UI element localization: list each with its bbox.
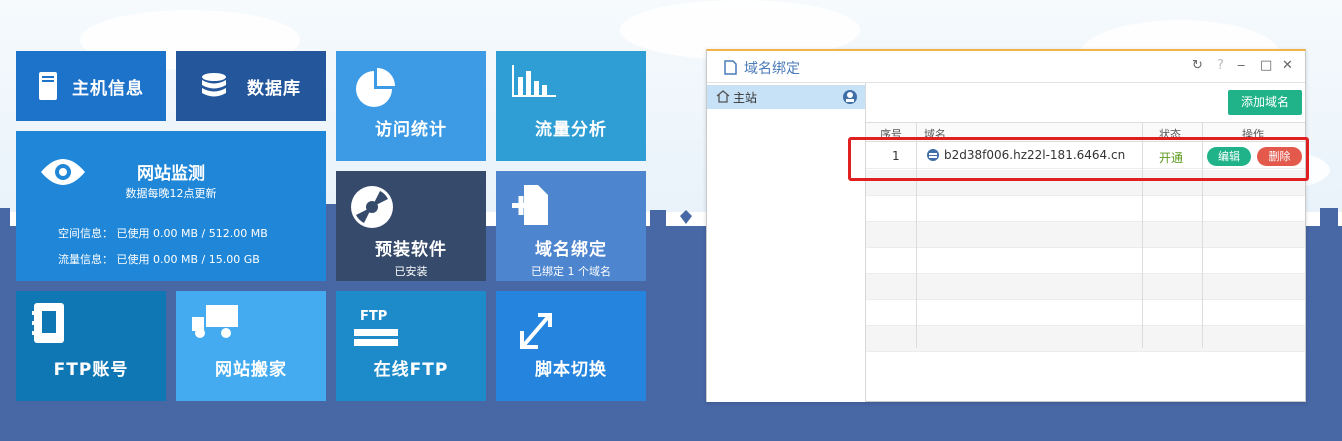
domain-binding-label: 域名绑定 (535, 240, 607, 260)
help-icon[interactable]: ? (1217, 59, 1224, 73)
minimize-icon[interactable]: ‒ (1237, 59, 1245, 73)
space-info-text: 空间信息： 已使用 0.00 MB / 512.00 MB (58, 227, 268, 240)
ftp-account-tile[interactable]: FTP账号 (16, 291, 166, 401)
document-add-icon (512, 185, 548, 225)
preinstalled-software-status: 已安装 (394, 265, 428, 278)
domain-binding-dialog: 域名绑定 ↻ ? ‒ □ ✕ 主站 添加域名 序号 域名 状态 操作 1 b2d… (706, 49, 1306, 402)
ftp-icon-text: FTP (360, 309, 388, 324)
traffic-analysis-tile[interactable]: 流量分析 (496, 51, 646, 161)
site-monitor-title: 网站监测 (137, 164, 205, 184)
preinstalled-software-tile[interactable]: 预装软件 已安装 (336, 171, 486, 281)
home-icon (716, 90, 730, 103)
database-tile[interactable]: 数据库 (176, 51, 326, 121)
switch-arrows-icon (520, 313, 552, 349)
empty-row (866, 274, 1305, 300)
dialog-title: 域名绑定 (744, 61, 800, 77)
refresh-icon[interactable]: ↻ (1192, 59, 1203, 73)
truck-icon (192, 305, 238, 338)
sidebar-item-main-site[interactable]: 主站 (707, 85, 865, 109)
dialog-sidebar: 主站 (707, 83, 866, 402)
empty-row (866, 300, 1305, 326)
dialog-content: 添加域名 序号 域名 状态 操作 1 b2d38f006.hz22l-181.6… (866, 83, 1305, 402)
server-icon (39, 72, 57, 100)
site-monitor-subtitle: 数据每晚12点更新 (125, 187, 217, 200)
highlight-box (848, 137, 1309, 181)
maximize-icon[interactable]: □ (1260, 59, 1272, 73)
online-ftp-label: 在线FTP (373, 360, 449, 380)
site-move-label: 网站搬家 (215, 360, 287, 380)
host-info-label: 主机信息 (72, 78, 144, 99)
traffic-info-text: 流量信息： 已使用 0.00 MB / 15.00 GB (58, 253, 260, 266)
contact-book-icon (32, 303, 64, 343)
disc-icon (351, 186, 393, 228)
site-move-tile[interactable]: 网站搬家 (176, 291, 326, 401)
visit-stats-label: 访问统计 (375, 120, 447, 140)
database-icon (202, 73, 226, 97)
ftp-server-icon (354, 329, 398, 346)
host-info-tile[interactable]: 主机信息 (16, 51, 166, 121)
script-switch-label: 脚本切换 (535, 360, 607, 380)
empty-row (866, 222, 1305, 248)
database-label: 数据库 (247, 78, 301, 99)
document-icon (724, 60, 737, 75)
pie-chart-icon (356, 68, 395, 107)
empty-row (866, 196, 1305, 222)
user-badge-icon (843, 90, 857, 104)
visit-stats-tile[interactable]: 访问统计 (336, 51, 486, 161)
online-ftp-tile[interactable]: FTP 在线FTP (336, 291, 486, 401)
traffic-analysis-label: 流量分析 (535, 120, 607, 140)
add-domain-button[interactable]: 添加域名 (1228, 90, 1302, 115)
empty-row (866, 248, 1305, 274)
dialog-title-bar: 域名绑定 ↻ ? ‒ □ ✕ (707, 51, 1305, 83)
sidebar-item-label: 主站 (733, 91, 758, 105)
domain-binding-count: 已绑定 1 个域名 (531, 265, 611, 278)
script-switch-tile[interactable]: 脚本切换 (496, 291, 646, 401)
bar-chart-icon (512, 65, 556, 97)
empty-row (866, 326, 1305, 352)
site-monitor-tile[interactable]: 网站监测 数据每晚12点更新 空间信息： 已使用 0.00 MB / 512.0… (16, 131, 326, 281)
preinstalled-software-label: 预装软件 (375, 240, 447, 260)
domain-binding-tile[interactable]: 域名绑定 已绑定 1 个域名 (496, 171, 646, 281)
close-icon[interactable]: ✕ (1282, 59, 1293, 73)
ftp-account-label: FTP账号 (53, 360, 129, 380)
